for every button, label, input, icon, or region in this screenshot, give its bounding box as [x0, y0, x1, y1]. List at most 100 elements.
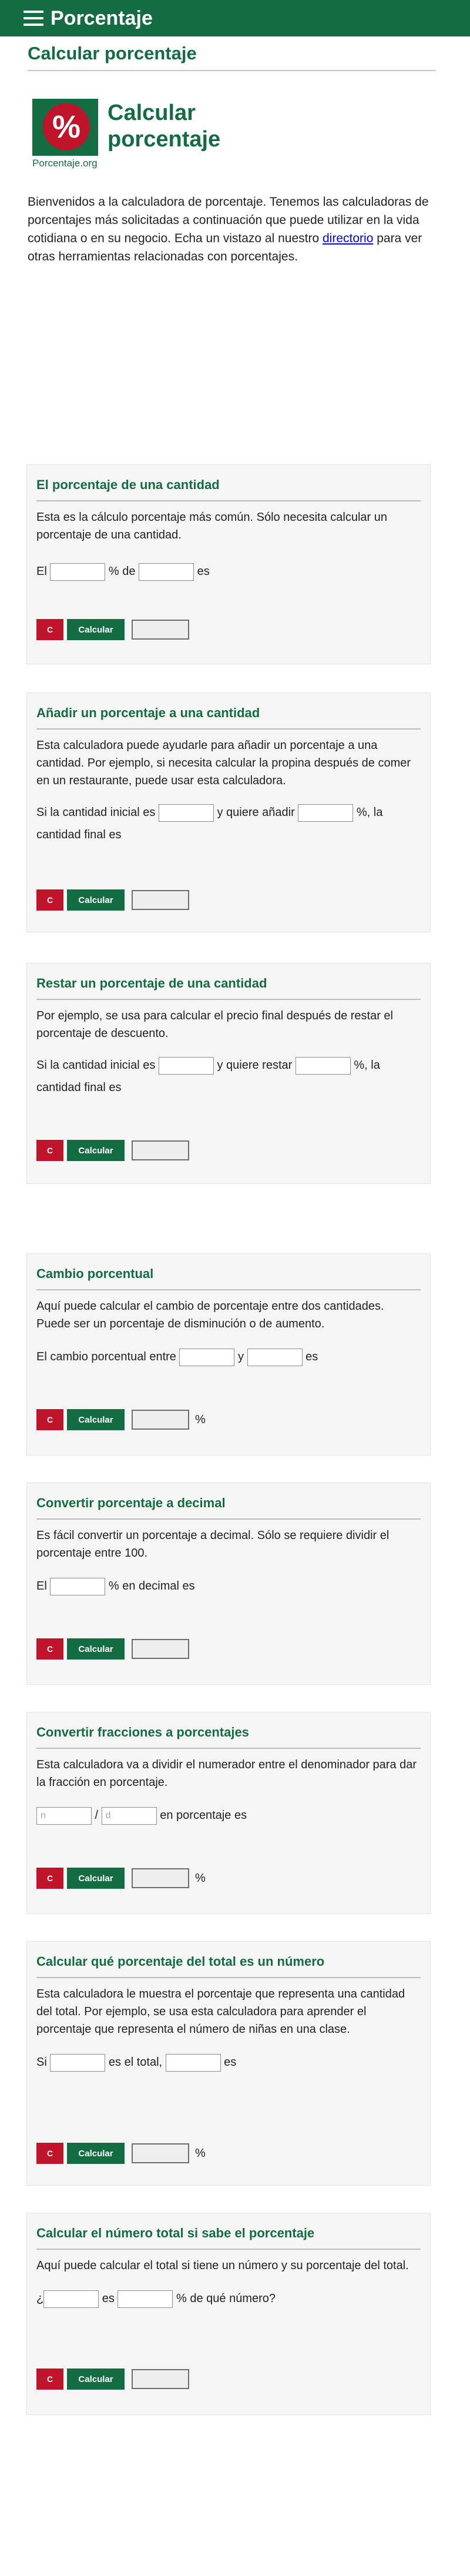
form-text: El cambio porcentual entre: [36, 1350, 180, 1363]
site-brand[interactable]: Porcentaje: [51, 7, 153, 30]
calculator-form: El % de es: [36, 560, 421, 583]
calculator-title: Calcular qué porcentaje del total es un …: [36, 1954, 325, 1969]
calculator-actions: C Calcular: [36, 1140, 189, 1161]
calculator-description: Esta es la cálculo porcentaje más común.…: [36, 511, 387, 541]
top-navbar: Porcentaje: [0, 0, 470, 36]
part-input[interactable]: [165, 2053, 221, 2072]
calculator-title: Convertir fracciones a porcentajes: [36, 1725, 249, 1739]
calculator-divider: [36, 2249, 421, 2250]
logo-symbol: %: [52, 109, 80, 145]
calculator-actions: C Calcular: [36, 619, 189, 640]
calculate-button[interactable]: Calcular: [67, 1638, 125, 1660]
form-text: y: [234, 1350, 247, 1363]
calculator-divider: [36, 500, 421, 501]
calculator-title: Cambio porcentual: [36, 1266, 154, 1281]
clear-button[interactable]: C: [36, 619, 63, 640]
percent-input[interactable]: [50, 563, 106, 581]
hero-title-line1: Calcular: [108, 101, 196, 125]
percent-suffix: %: [195, 1413, 206, 1426]
result-output[interactable]: [132, 1868, 189, 1888]
form-text: y quiere restar: [213, 1059, 296, 1072]
calculate-button[interactable]: Calcular: [67, 619, 125, 640]
form-text: es: [99, 2292, 118, 2305]
calculator-description: Aquí puede calcular el total si tiene un…: [36, 2259, 409, 2272]
calculator-percent-of-total: Calcular qué porcentaje del total es un …: [26, 1941, 431, 2186]
clear-button[interactable]: C: [36, 1409, 63, 1430]
calculate-button[interactable]: Calcular: [67, 1140, 125, 1161]
calculate-button[interactable]: Calcular: [67, 1409, 125, 1430]
second-value-input[interactable]: [247, 1348, 303, 1366]
clear-button[interactable]: C: [36, 2368, 63, 2390]
calculator-actions: C Calcular %: [36, 2143, 206, 2164]
intro-paragraph: Bienvenidos a la calculadora de porcenta…: [28, 193, 439, 266]
calculator-total-from-percent: Calcular el número total si sabe el porc…: [26, 2213, 431, 2415]
number-input[interactable]: [43, 2290, 99, 2308]
clear-button[interactable]: C: [36, 1140, 63, 1161]
calculator-divider: [36, 1289, 421, 1290]
form-text: Si la cantidad inicial es: [36, 806, 159, 819]
logo-caption: Porcentaje.org: [32, 158, 98, 169]
calculator-actions: C Calcular %: [36, 1868, 206, 1889]
calculator-description: Esta calculadora puede ayudarle para aña…: [36, 739, 411, 787]
calculate-button[interactable]: Calcular: [67, 2143, 125, 2164]
calculator-description: Por ejemplo, se usa para calcular el pre…: [36, 1009, 393, 1040]
calculator-add-percent: Añadir un porcentaje a una cantidad Esta…: [26, 692, 431, 932]
form-text: % de: [105, 565, 139, 578]
directory-link[interactable]: directorio: [323, 232, 373, 245]
calculator-description: Esta calculadora le muestra el porcentaj…: [36, 1988, 405, 2036]
calculator-title: Añadir un porcentaje a una cantidad: [36, 705, 260, 720]
amount-input[interactable]: [139, 563, 194, 581]
numerator-input[interactable]: [36, 1806, 92, 1825]
calculate-button[interactable]: Calcular: [67, 1868, 125, 1889]
percent-input[interactable]: [50, 1577, 106, 1595]
calculator-actions: C Calcular %: [36, 1409, 206, 1430]
calculator-divider: [36, 1748, 421, 1749]
percent-icon: %: [43, 103, 90, 150]
percent-suffix: %: [195, 1871, 206, 1885]
initial-amount-input[interactable]: [158, 804, 214, 822]
form-text: El: [36, 1580, 51, 1593]
title-divider: [28, 70, 436, 71]
form-text: /: [92, 1809, 102, 1822]
calculator-title: El porcentaje de una cantidad: [36, 477, 220, 492]
result-output[interactable]: [132, 620, 189, 640]
clear-button[interactable]: C: [36, 2143, 63, 2164]
site-logo: % Porcentaje.org: [32, 99, 102, 170]
form-text: es: [194, 565, 210, 578]
form-text: Si: [36, 2056, 51, 2069]
clear-button[interactable]: C: [36, 889, 63, 911]
calculator-title: Restar un porcentaje de una cantidad: [36, 976, 267, 991]
result-output[interactable]: [132, 2369, 189, 2389]
result-output[interactable]: [132, 890, 189, 910]
percent-suffix: %: [195, 2146, 206, 2160]
calculator-fraction-to-percent: Convertir fracciones a porcentajes Esta …: [26, 1712, 431, 1914]
calculate-button[interactable]: Calcular: [67, 2368, 125, 2390]
calculate-button[interactable]: Calcular: [67, 889, 125, 911]
percent-input[interactable]: [295, 1056, 351, 1075]
result-output[interactable]: [132, 1639, 189, 1659]
calculator-title: Calcular el número total si sabe el porc…: [36, 2226, 315, 2240]
result-output[interactable]: [132, 1410, 189, 1430]
result-output[interactable]: [132, 2143, 189, 2163]
calculator-description: Esta calculadora va a dividir el numerad…: [36, 1758, 417, 1789]
percent-input[interactable]: [118, 2290, 173, 2308]
calculator-form: / en porcentaje es: [36, 1804, 421, 1826]
form-text: es el total,: [105, 2056, 166, 2069]
calculator-actions: C Calcular: [36, 889, 189, 911]
calculator-form: El cambio porcentual entre y es: [36, 1346, 421, 1368]
calculator-divider: [36, 1518, 421, 1520]
denominator-input[interactable]: [101, 1806, 157, 1825]
clear-button[interactable]: C: [36, 1638, 63, 1660]
calculator-actions: C Calcular: [36, 1638, 189, 1660]
calculator-percent-change: Cambio porcentual Aquí puede calcular el…: [26, 1253, 431, 1456]
result-output[interactable]: [132, 1140, 189, 1160]
total-input[interactable]: [50, 2053, 106, 2072]
hero-title-line2: porcentaje: [108, 126, 221, 152]
calculator-description: Es fácil convertir un porcentaje a decim…: [36, 1529, 390, 1560]
first-value-input[interactable]: [179, 1348, 235, 1366]
percent-input[interactable]: [298, 804, 354, 822]
menu-icon[interactable]: [24, 11, 43, 26]
initial-amount-input[interactable]: [158, 1056, 214, 1075]
calculator-form: Si la cantidad inicial es y quiere resta…: [36, 1054, 421, 1099]
clear-button[interactable]: C: [36, 1868, 63, 1889]
